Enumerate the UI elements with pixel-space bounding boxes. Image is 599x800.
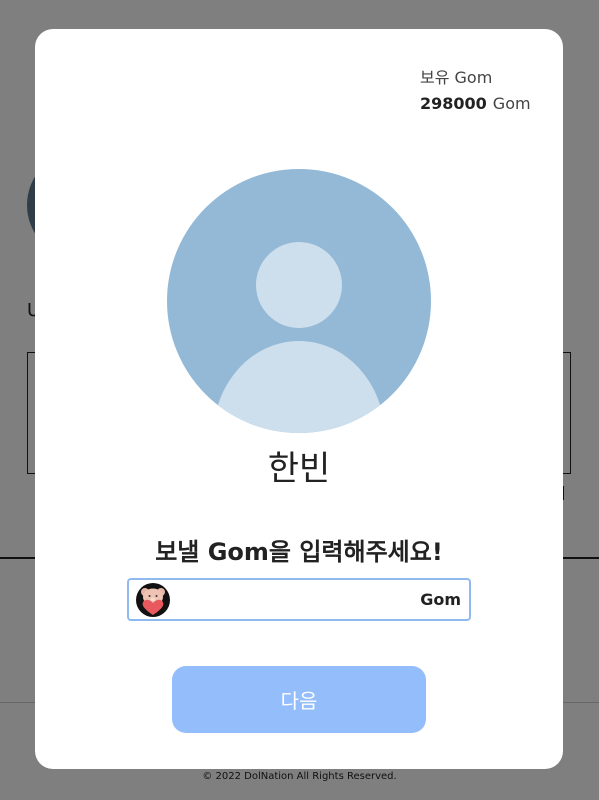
balance-row: 298000 Gom [420,91,550,117]
balance-unit: Gom [492,94,531,113]
gom-amount-input[interactable] [171,581,421,618]
bear-heart-icon [136,582,170,617]
balance-label: 보유 Gom [420,68,493,87]
recipient-name: 한빈 [267,449,331,489]
send-gom-modal: 보유 Gom 298000 Gom 한빈 보낼 Gom을 입력해주세요! Gom [35,29,563,769]
next-button[interactable]: 다음 [172,666,426,733]
default-profile-icon [167,169,431,433]
amount-prompt: 보낼 Gom을 입력해주세요! [155,538,443,566]
balance-amount: 298000 [420,94,487,113]
balance-info: 보유 Gom 298000 Gom [420,65,550,117]
gom-amount-field[interactable]: Gom [127,578,471,621]
amount-unit-label: Gom [420,590,461,609]
